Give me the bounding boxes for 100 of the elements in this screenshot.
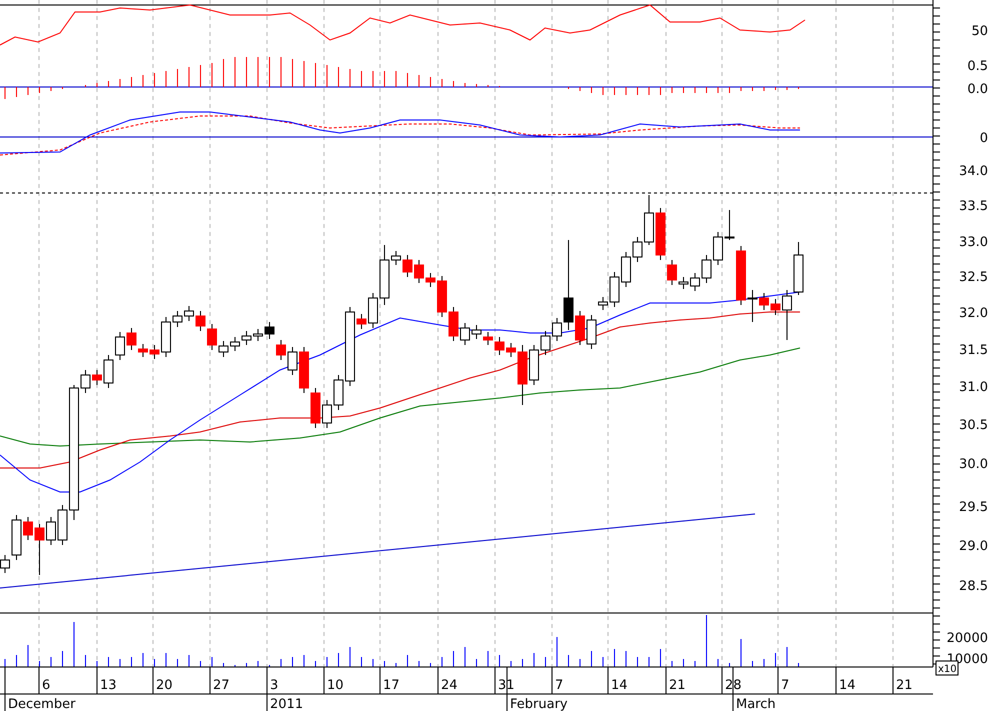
date-label: 21 — [896, 678, 913, 693]
candlestick — [218, 340, 228, 358]
date-label: 10 — [327, 678, 344, 693]
candlestick — [161, 316, 171, 358]
month-label: February — [510, 697, 568, 711]
scale-multiplier: x10 — [938, 664, 957, 675]
candlestick — [540, 330, 550, 356]
candlestick — [518, 344, 528, 406]
candlestick — [529, 344, 539, 386]
candlestick — [380, 244, 390, 306]
candlestick — [437, 276, 447, 318]
candlestick — [115, 332, 125, 360]
axis-label: 34.0 — [959, 164, 988, 179]
candlestick — [23, 516, 33, 540]
date-label: 6 — [42, 678, 50, 693]
candlestick — [196, 310, 206, 332]
date-label: 21 — [669, 678, 686, 693]
candlestick — [713, 232, 723, 266]
date-label: 14 — [611, 678, 628, 693]
candlestick — [644, 194, 654, 246]
axis-label: 33.0 — [959, 235, 988, 250]
candlestick — [207, 324, 217, 350]
candlestick — [230, 336, 240, 352]
candlestick — [472, 324, 482, 340]
candlestick — [724, 210, 734, 240]
candlestick — [632, 236, 642, 262]
date-label: 24 — [441, 678, 458, 693]
candlestick — [12, 514, 22, 560]
candlestick — [150, 344, 160, 360]
candlestick — [242, 330, 252, 346]
month-label: March — [736, 697, 776, 711]
candlestick — [736, 246, 746, 306]
candlestick — [322, 400, 332, 428]
candlestick — [494, 336, 504, 356]
axis-label: 20000 — [946, 631, 988, 646]
axis-label: 31.5 — [959, 343, 988, 358]
candlestick — [299, 346, 309, 394]
candlestick — [678, 276, 688, 290]
candlestick — [334, 374, 344, 410]
candlestick — [402, 254, 412, 278]
candlestick — [126, 328, 136, 350]
axis-label: 50 — [971, 24, 988, 39]
candlestick — [575, 310, 585, 346]
date-label: 17 — [383, 678, 400, 693]
candlestick — [621, 252, 631, 288]
candlestick — [586, 314, 596, 350]
candlestick — [46, 516, 56, 546]
candlestick — [483, 332, 493, 346]
date-label: 27 — [213, 678, 230, 693]
candlestick — [276, 340, 286, 360]
month-label: 2011 — [270, 697, 304, 711]
candlestick — [368, 292, 378, 328]
candlestick — [656, 208, 666, 260]
axis-label: 31.0 — [959, 380, 988, 395]
date-label: 20 — [156, 678, 173, 693]
candlestick — [58, 504, 68, 546]
candlestick — [448, 306, 458, 342]
axis-label: 30.0 — [959, 457, 988, 472]
candlestick — [782, 290, 792, 340]
candlestick — [690, 272, 700, 292]
candlestick — [702, 254, 712, 284]
axis-label: 32.5 — [959, 270, 988, 285]
candlestick — [104, 354, 114, 388]
axis-label: 32.0 — [959, 306, 988, 321]
candlestick — [426, 272, 436, 288]
candlestick — [138, 344, 148, 358]
month-label: December — [8, 697, 76, 711]
axis-label: 29.5 — [959, 500, 988, 515]
candlestick — [253, 328, 263, 342]
date-label: 13 — [100, 678, 117, 693]
candlestick — [172, 310, 182, 328]
candlestick — [356, 314, 366, 330]
candlestick — [552, 318, 562, 342]
axis-label: 0.0 — [967, 82, 988, 97]
candlestick — [391, 250, 401, 266]
candlestick — [667, 260, 677, 286]
candlestick — [759, 292, 769, 310]
date-label: 14 — [839, 678, 856, 693]
date-label: 7 — [555, 678, 564, 693]
candlestick — [748, 290, 758, 322]
candlestick — [770, 298, 780, 316]
axis-label: 0.5 — [967, 59, 988, 74]
candlestick — [92, 370, 102, 386]
date-label: 3 — [270, 678, 278, 693]
axis-label: 33.5 — [959, 199, 988, 214]
candlestick — [184, 306, 194, 322]
candlestick — [506, 342, 516, 358]
axis-label: 29.0 — [959, 539, 988, 554]
candlestick — [598, 296, 608, 310]
axis-label: 0 — [980, 131, 988, 146]
candlestick — [794, 242, 804, 296]
date-label: 7 — [781, 678, 790, 693]
candlestick — [310, 388, 320, 428]
candlestick — [460, 322, 470, 346]
candlestick — [80, 370, 90, 394]
candlestick — [288, 346, 298, 376]
candlestick — [414, 260, 424, 284]
candlestick — [610, 272, 620, 308]
candlestick — [264, 322, 274, 340]
axis-label: 28.5 — [959, 579, 988, 594]
